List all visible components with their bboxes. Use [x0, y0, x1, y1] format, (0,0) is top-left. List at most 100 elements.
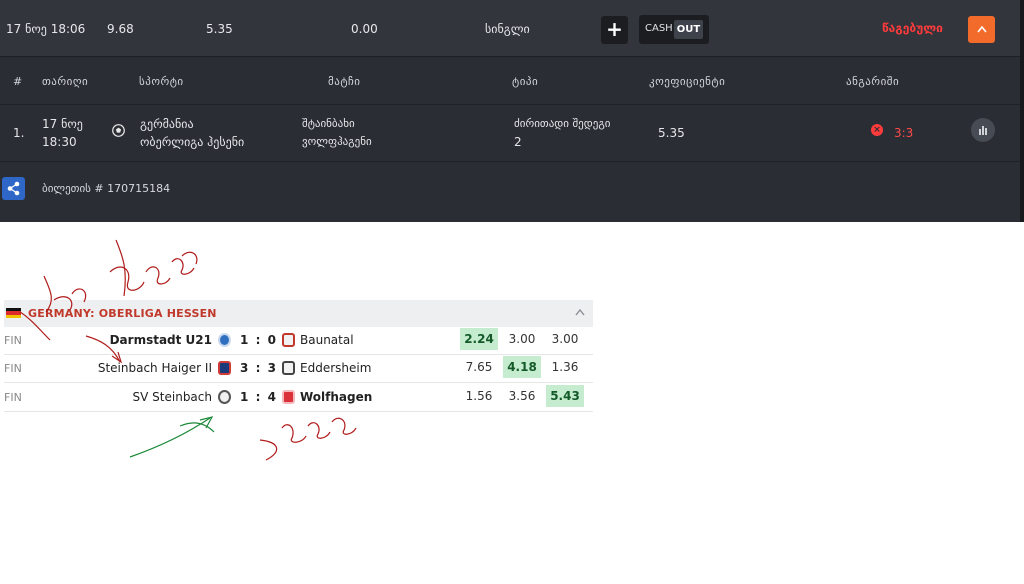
selection-date: 17 ნოე: [42, 117, 83, 131]
away-score: 0: [267, 333, 276, 347]
annotation-stroke: [281, 424, 307, 443]
bet-stake: 9.68: [107, 22, 134, 36]
away-team: Eddersheim: [300, 361, 372, 375]
match-status: FIN: [4, 334, 22, 347]
add-bet-button[interactable]: +: [601, 16, 628, 44]
away-team: Wolfhagen: [300, 390, 373, 404]
share-button[interactable]: [2, 177, 25, 200]
home-score: 1: [240, 333, 249, 347]
stats-button[interactable]: [971, 118, 995, 142]
collapse-button[interactable]: [968, 16, 995, 43]
match-row[interactable]: FIN Darmstadt U21 1:0 Baunatal 2.24 3.00…: [4, 327, 593, 355]
bet-table-header: # თარიღი სპორტი მატჩი ტიპი კოეფიციენტი ა…: [0, 58, 1020, 105]
score-separator: :: [255, 390, 261, 404]
odd-away[interactable]: 5.43: [546, 385, 584, 407]
col-result: ანგარიში: [846, 75, 900, 88]
annotation-stroke: [181, 251, 198, 265]
home-team: Darmstadt U21: [109, 333, 212, 347]
away-crest-icon: [282, 390, 295, 404]
annotation-stroke: [145, 266, 171, 285]
chevron-up-icon[interactable]: [575, 306, 585, 319]
odd-home[interactable]: 2.24: [460, 328, 498, 350]
odd-draw[interactable]: 3.56: [503, 385, 541, 407]
score-separator: :: [255, 333, 261, 347]
bar-chart-icon: [982, 126, 984, 135]
annotation-stroke: [331, 417, 357, 435]
bet-coefficient: 5.35: [206, 22, 233, 36]
selection-coefficient: 5.35: [658, 126, 685, 140]
lost-x-icon: ×: [871, 124, 883, 136]
odd-home[interactable]: 7.65: [460, 356, 498, 378]
col-match: მატჩი: [328, 75, 361, 88]
odd-draw[interactable]: 3.00: [503, 328, 541, 350]
bet-type: სინგლი: [485, 22, 530, 36]
home-team: SV Steinbach: [132, 390, 212, 404]
bet-status-badge: წაგებული: [882, 21, 943, 35]
annotation-arrow: [129, 417, 211, 458]
away-score: 3: [267, 361, 276, 375]
col-sport: სპორტი: [139, 75, 184, 88]
bar-chart-icon: [979, 129, 981, 135]
selection-result: 3:3: [894, 126, 914, 140]
col-date: თარიღი: [42, 75, 89, 88]
home-crest-icon: [218, 390, 231, 404]
home-score: 3: [240, 361, 249, 375]
match-home-team: შტაინბახი: [302, 117, 355, 130]
ticket-number: ბილეთის # 170715184: [42, 182, 171, 195]
cashout-cash-label: CASH: [645, 23, 673, 34]
match-score: 1:4: [240, 390, 276, 404]
market-outcome: 2: [514, 135, 522, 149]
bet-payout: 0.00: [351, 22, 378, 36]
score-separator: :: [255, 361, 261, 375]
tournament-country: გერმანია: [140, 117, 194, 131]
match-row[interactable]: FIN SV Steinbach 1:4 Wolfhagen 1.56 3.56…: [4, 384, 593, 412]
odd-away[interactable]: 3.00: [546, 328, 584, 350]
annotation-stroke: [179, 422, 215, 433]
away-crest-icon: [282, 333, 295, 347]
tournament-name: ობერლიგა ჰესენი: [140, 135, 245, 149]
home-crest-icon: [218, 361, 231, 375]
away-score: 4: [267, 390, 276, 404]
away-crest-icon: [282, 361, 295, 375]
home-crest-icon: [218, 333, 231, 347]
bar-chart-icon: [985, 128, 987, 135]
panel-edge: [1020, 0, 1024, 222]
col-coefficient: კოეფიციენტი: [649, 75, 726, 88]
match-row[interactable]: FIN Steinbach Haiger II 3:3 Eddersheim 7…: [4, 355, 593, 383]
cashout-button[interactable]: CASH OUT: [639, 15, 709, 44]
match-score: 3:3: [240, 361, 276, 375]
league-name: GERMANY: OBERLIGA HESSEN: [28, 307, 217, 320]
match-status: FIN: [4, 362, 22, 375]
annotation-arrow-head: [199, 416, 214, 429]
cashout-out-label: OUT: [674, 20, 703, 39]
soccer-ball-icon: [112, 124, 125, 141]
col-type: ტიპი: [512, 75, 539, 88]
chevron-up-icon: [976, 25, 987, 33]
bet-date: 17 ნოე 18:06: [6, 22, 86, 36]
odd-away[interactable]: 1.36: [546, 356, 584, 378]
annotation-stroke: [307, 422, 331, 439]
annotation-stroke: [109, 266, 145, 291]
selection-num: 1.: [13, 126, 25, 140]
market-name: ძირითადი შედეგი: [514, 117, 611, 130]
annotation-stroke: [171, 258, 195, 275]
home-team: Steinbach Haiger II: [97, 361, 212, 375]
league-header[interactable]: GERMANY: OBERLIGA HESSEN: [4, 300, 593, 327]
match-status: FIN: [4, 391, 22, 404]
home-score: 1: [240, 390, 249, 404]
share-icon: [7, 181, 20, 196]
selection-time: 18:30: [42, 135, 77, 149]
odd-draw[interactable]: 4.18: [503, 356, 541, 378]
col-num: #: [13, 75, 23, 88]
germany-flag-icon: [6, 308, 21, 318]
page: 17 ნოე 18:06 9.68 5.35 0.00 სინგლი + CAS…: [0, 0, 1024, 584]
odd-home[interactable]: 1.56: [460, 385, 498, 407]
bet-summary-row[interactable]: 17 ნოე 18:06 9.68 5.35 0.00 სინგლი: [0, 0, 1020, 57]
bet-history-panel: 17 ნოე 18:06 9.68 5.35 0.00 სინგლი + CAS…: [0, 0, 1024, 222]
match-away-team: ვოლფჰაგენი: [302, 135, 372, 148]
annotation-stroke: [259, 439, 278, 461]
match-score: 1:0: [240, 333, 276, 347]
away-team: Baunatal: [300, 333, 354, 347]
annotation-stroke: [115, 239, 126, 297]
bet-selection-row: 1. 17 ნოე 18:30 გერმანია ობერლიგა ჰესენი…: [0, 106, 1020, 162]
